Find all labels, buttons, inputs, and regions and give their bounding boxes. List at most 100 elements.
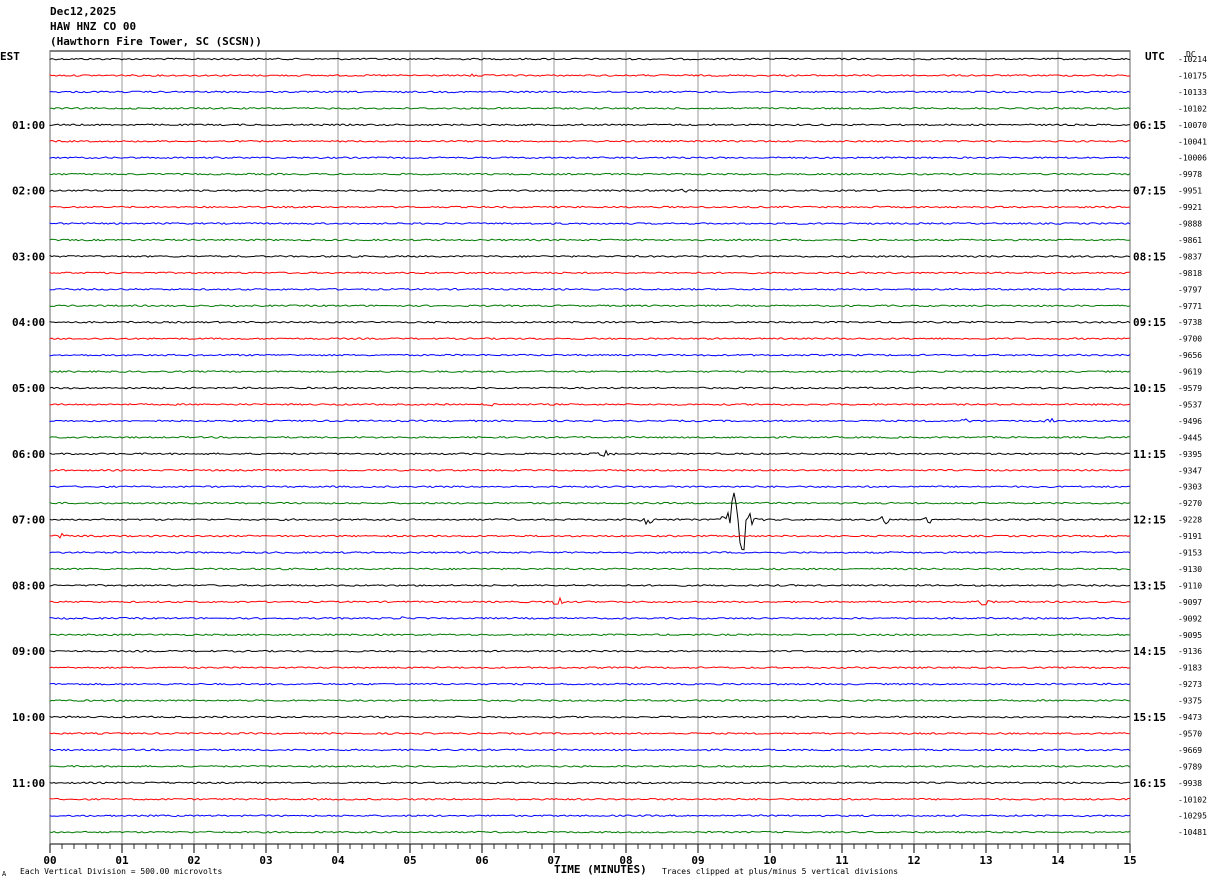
trace-line bbox=[49, 797, 1130, 801]
trace-line bbox=[49, 238, 1131, 242]
trace-line bbox=[49, 287, 1131, 291]
dc-offset-label: -9921 bbox=[1178, 203, 1202, 212]
dc-offset-label: -9347 bbox=[1178, 466, 1202, 475]
est-hour-label: 03:00 bbox=[12, 250, 45, 263]
x-tick-label: 10 bbox=[763, 854, 776, 867]
clip-note: Traces clipped at plus/minus 5 vertical … bbox=[662, 867, 899, 876]
dc-offset-label: -9375 bbox=[1178, 697, 1202, 706]
plot-frame bbox=[49, 50, 1131, 845]
dc-offset-label: -9130 bbox=[1178, 565, 1202, 574]
dc-offset-label: -9818 bbox=[1178, 269, 1202, 278]
dc-offset-label: -10006 bbox=[1178, 154, 1207, 163]
dc-offset-label: -9978 bbox=[1178, 170, 1202, 179]
x-tick-label: 15 bbox=[1123, 854, 1136, 867]
est-hour-label: 08:00 bbox=[12, 579, 45, 592]
dc-offset-label: -9097 bbox=[1178, 598, 1202, 607]
dc-offset-label: -10102 bbox=[1178, 104, 1207, 113]
dc-offset-label: -9473 bbox=[1178, 713, 1202, 722]
dc-offset-label: -9951 bbox=[1178, 187, 1202, 196]
trace-line bbox=[49, 596, 1131, 606]
corner-mark: A bbox=[2, 870, 7, 878]
trace-line bbox=[49, 764, 1131, 768]
utc-hour-label: 14:15 bbox=[1133, 645, 1166, 658]
dc-offset-label: -9136 bbox=[1178, 647, 1202, 656]
x-tick-label: 01 bbox=[115, 854, 129, 867]
est-hour-label: 06:00 bbox=[12, 448, 45, 461]
trace-line bbox=[49, 551, 1131, 554]
x-tick-label: 14 bbox=[1051, 854, 1065, 867]
trace-line bbox=[49, 682, 1131, 686]
dc-offset-label: -9496 bbox=[1178, 417, 1202, 426]
dc-offset-label: -9619 bbox=[1178, 368, 1202, 377]
dc-offset-label: -10133 bbox=[1178, 88, 1207, 97]
est-hour-label: 09:00 bbox=[12, 645, 45, 658]
dc-offset-label: -9888 bbox=[1178, 220, 1202, 229]
x-tick-label: 06 bbox=[475, 854, 489, 867]
trace-line bbox=[49, 172, 1131, 176]
trace-line bbox=[49, 139, 1130, 143]
dc-offset-label: -9092 bbox=[1178, 614, 1202, 623]
trace-line bbox=[49, 830, 1131, 834]
trace-line bbox=[49, 205, 1131, 209]
trace-line bbox=[49, 123, 1130, 127]
dc-offset-label: -9579 bbox=[1178, 384, 1202, 393]
trace-line bbox=[49, 304, 1131, 308]
est-hour-label: 01:00 bbox=[12, 119, 45, 132]
dc-offset-label: -9797 bbox=[1178, 285, 1202, 294]
x-tick-label: 03 bbox=[259, 854, 272, 867]
trace-line bbox=[49, 748, 1131, 752]
trace-line bbox=[49, 649, 1130, 653]
trace-line bbox=[49, 73, 1131, 77]
trace-line bbox=[49, 715, 1131, 719]
trace-line bbox=[49, 449, 1131, 457]
trace-line bbox=[49, 353, 1131, 357]
trace-line bbox=[49, 732, 1131, 735]
utc-hour-label: 08:15 bbox=[1133, 250, 1166, 263]
dc-offset-label: -9656 bbox=[1178, 351, 1202, 360]
dc-offset-label: -9445 bbox=[1178, 433, 1202, 442]
dc-offset-label: -9191 bbox=[1178, 532, 1202, 541]
trace-line bbox=[49, 781, 1131, 785]
dc-offset-label: -9861 bbox=[1178, 236, 1202, 245]
trace-line bbox=[49, 532, 1131, 539]
x-tick-label: 09 bbox=[691, 854, 704, 867]
trace-line bbox=[49, 188, 1131, 193]
trace-line bbox=[49, 402, 1131, 407]
dc-offset-label: -10070 bbox=[1178, 121, 1207, 130]
x-tick-label: 00 bbox=[43, 854, 56, 867]
trace-line bbox=[49, 156, 1131, 160]
trace-line bbox=[49, 583, 1131, 587]
trace-line bbox=[49, 616, 1131, 620]
trace-line bbox=[49, 57, 1131, 61]
est-hour-label: 04:00 bbox=[12, 316, 45, 329]
trace-line bbox=[49, 337, 1130, 341]
dc-offset-label: -9183 bbox=[1178, 664, 1202, 673]
utc-hour-label: 09:15 bbox=[1133, 316, 1166, 329]
x-tick-label: 05 bbox=[403, 854, 416, 867]
dc-offset-label: -9837 bbox=[1178, 252, 1202, 261]
dc-offset-label: -9669 bbox=[1178, 746, 1202, 755]
x-tick-label: 11 bbox=[835, 854, 849, 867]
dc-offset-label: -9095 bbox=[1178, 631, 1202, 640]
utc-hour-label: 10:15 bbox=[1133, 382, 1166, 395]
trace-line bbox=[49, 468, 1131, 472]
trace-line bbox=[49, 417, 1131, 423]
dc-offset-label: -10295 bbox=[1178, 812, 1207, 821]
trace-line bbox=[49, 814, 1131, 818]
dc-offset-label: -9273 bbox=[1178, 680, 1202, 689]
trace-line bbox=[49, 435, 1131, 439]
trace-line bbox=[49, 485, 1131, 489]
trace-line bbox=[49, 567, 1130, 571]
utc-hour-label: 12:15 bbox=[1133, 514, 1166, 527]
est-hour-label: 02:00 bbox=[12, 185, 45, 198]
dc-offset-label: -9270 bbox=[1178, 499, 1202, 508]
utc-hour-label: 16:15 bbox=[1133, 777, 1166, 790]
trace-line bbox=[49, 666, 1131, 670]
dc-offset-label: -9938 bbox=[1178, 779, 1202, 788]
trace-line bbox=[49, 386, 1131, 390]
dc-offset-label: -10041 bbox=[1178, 137, 1207, 146]
trace-line bbox=[49, 492, 1131, 551]
utc-hour-label: 15:15 bbox=[1133, 711, 1166, 724]
trace-line bbox=[49, 633, 1131, 637]
scale-note: Each Vertical Division = 500.00 microvol… bbox=[20, 867, 223, 876]
